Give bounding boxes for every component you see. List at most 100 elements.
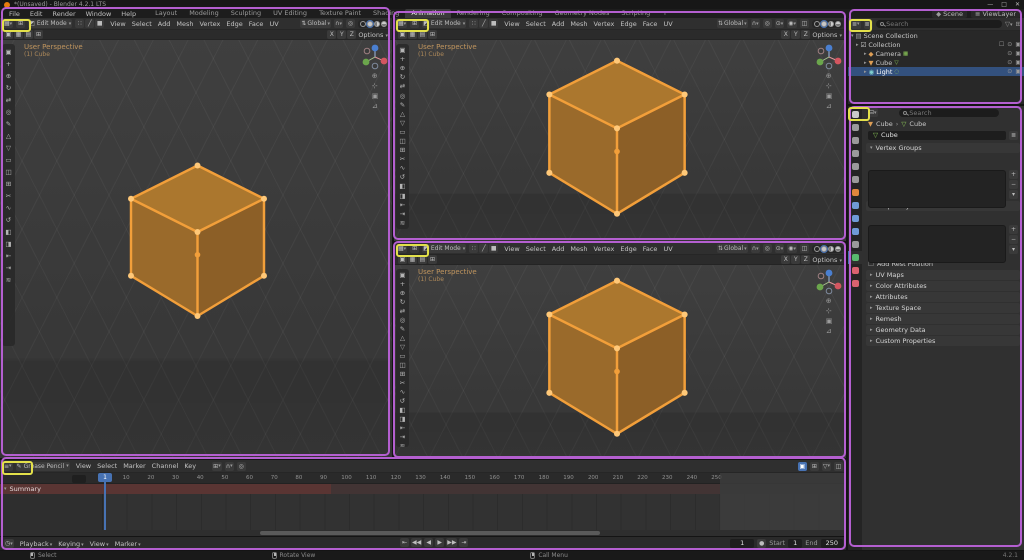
- proportional-edit-icon[interactable]: ◎: [346, 19, 355, 28]
- expand-icon[interactable]: ▾: [851, 33, 854, 39]
- mode-selector[interactable]: ◩Edit Mode▾: [422, 19, 466, 28]
- display-mode-dropdown[interactable]: ≣▾: [864, 20, 874, 29]
- viewport-menu-item[interactable]: View: [107, 20, 128, 28]
- mirror-axis-toggle[interactable]: Z: [801, 255, 810, 264]
- mirror-axis-toggle[interactable]: Z: [801, 30, 810, 39]
- nav-button[interactable]: ▣: [826, 318, 833, 325]
- view-layer-selector[interactable]: ≣ ViewLayer: [971, 10, 1020, 18]
- horizontal-scrollbar[interactable]: [260, 531, 600, 535]
- editor-type-button[interactable]: ◷▾: [4, 539, 14, 548]
- cube-mesh[interactable]: [110, 155, 285, 330]
- disable-render-icon[interactable]: ▣: [1015, 50, 1021, 57]
- outliner-row-light[interactable]: ▸ ◉ Light ◌ ⊙ ▣: [848, 67, 1024, 76]
- mirror-axis-toggle[interactable]: X: [781, 30, 790, 39]
- tool-button[interactable]: ↻: [397, 73, 408, 81]
- tool-button[interactable]: +: [397, 55, 408, 63]
- mirror-axis-toggle[interactable]: X: [781, 255, 790, 264]
- tool-settings-icon[interactable]: ▦: [14, 30, 23, 39]
- orientation-dropdown[interactable]: ⇅Global▾: [717, 244, 748, 253]
- tool-settings-icon[interactable]: ⊞: [428, 30, 437, 39]
- expand-icon[interactable]: ▸: [864, 69, 867, 75]
- tool-button[interactable]: ▽: [3, 142, 14, 153]
- mode-selector[interactable]: ◩Edit Mode▾: [422, 244, 466, 253]
- tool-button[interactable]: ∿: [3, 202, 14, 213]
- outliner-row-cube[interactable]: ▸ ▼ Cube ▽ ⊙ ▣: [848, 58, 1024, 67]
- dope-sheet-menu-item[interactable]: Marker: [120, 462, 148, 470]
- viewport-menu-item[interactable]: Mesh: [173, 20, 196, 28]
- mode-selector[interactable]: ◩Edit Mode▾: [28, 19, 72, 28]
- tool-button[interactable]: ✂: [397, 155, 408, 163]
- viewport-menu-item[interactable]: Vertex: [590, 245, 617, 253]
- viewport-menu-item[interactable]: Face: [246, 20, 267, 28]
- nav-button[interactable]: ⊿: [372, 103, 379, 110]
- proportional-edit-icon[interactable]: ◎: [763, 19, 772, 28]
- tool-button[interactable]: ⊞: [3, 178, 14, 189]
- tool-button[interactable]: ◎: [397, 316, 408, 324]
- viewport-menu-item[interactable]: Mesh: [567, 245, 590, 253]
- tool-settings-icon[interactable]: ⊞: [428, 255, 437, 264]
- viewport-menu-item[interactable]: Select: [523, 20, 549, 28]
- solid-shading-icon[interactable]: [821, 21, 827, 27]
- select-mode-button[interactable]: ■: [95, 19, 104, 28]
- playback-button[interactable]: ⇤: [400, 538, 409, 547]
- auto-keying-icon[interactable]: ●: [757, 539, 766, 548]
- scene-collection-row[interactable]: ▾ ▤ Scene Collection: [848, 31, 1024, 40]
- nav-button[interactable]: ▣: [372, 93, 379, 100]
- select-mode-button[interactable]: ■: [489, 244, 498, 253]
- tool-button[interactable]: △: [397, 334, 408, 342]
- area-split-icon[interactable]: ⊞: [410, 244, 419, 253]
- proportional-edit-icon[interactable]: ◎: [763, 244, 772, 253]
- viewport-menu-item[interactable]: Add: [549, 20, 568, 28]
- overlays-dropdown[interactable]: ◉▾: [787, 244, 797, 253]
- viewport-menu-item[interactable]: UV: [660, 20, 675, 28]
- tool-button[interactable]: ◧: [397, 406, 408, 414]
- select-mode-button[interactable]: ╱: [479, 244, 488, 253]
- start-frame-field[interactable]: 1: [788, 539, 802, 548]
- playback-button[interactable]: ⇥: [459, 538, 468, 547]
- add-button[interactable]: +: [1009, 170, 1018, 179]
- menu-item[interactable]: File: [4, 10, 25, 18]
- material-shading-icon[interactable]: [828, 246, 834, 252]
- tool-settings-icon[interactable]: ▣: [398, 255, 407, 264]
- menu-item[interactable]: Window: [81, 10, 117, 18]
- workspace-tab[interactable]: Sculpting: [225, 9, 267, 18]
- snap-icon[interactable]: ∩▾: [225, 462, 234, 471]
- tool-button[interactable]: ◎: [3, 106, 14, 117]
- props-tab-world[interactable]: [848, 173, 862, 186]
- dope-sheet-menu-item[interactable]: Channel: [149, 462, 182, 470]
- solid-shading-icon[interactable]: [367, 21, 373, 27]
- hide-eye-icon[interactable]: ⊙: [1007, 59, 1012, 66]
- workspace-tab[interactable]: Compositing: [496, 9, 549, 18]
- props-tab-view-layer[interactable]: [848, 147, 862, 160]
- viewport-menu-item[interactable]: Edge: [617, 245, 639, 253]
- scene-selector[interactable]: ◆ Scene: [932, 10, 967, 18]
- workspace-tab[interactable]: Shading: [367, 9, 405, 18]
- overlays-dropdown[interactable]: ◉▾: [787, 19, 797, 28]
- rendered-shading-icon[interactable]: [835, 246, 841, 252]
- workspace-tab[interactable]: Scripting: [615, 9, 656, 18]
- tool-button[interactable]: ⇥: [3, 262, 14, 273]
- wireframe-shading-icon[interactable]: [360, 21, 366, 27]
- overlay-toggle-icon[interactable]: ◫: [834, 462, 843, 471]
- mirror-axis-toggle[interactable]: Y: [791, 30, 800, 39]
- viewport-menu-item[interactable]: UV: [266, 20, 281, 28]
- add-button[interactable]: +: [1009, 225, 1018, 234]
- viewport-menu-item[interactable]: Edge: [223, 20, 245, 28]
- new-collection-button[interactable]: ⊞: [1016, 20, 1021, 28]
- workspace-tab[interactable]: +: [656, 9, 673, 18]
- viewport-menu-item[interactable]: Select: [129, 20, 155, 28]
- hide-eye-icon[interactable]: ⊙: [1007, 68, 1012, 75]
- editor-type-button[interactable]: ≣▾: [851, 20, 861, 29]
- tool-button[interactable]: +: [3, 58, 14, 69]
- tool-button[interactable]: ◨: [3, 238, 14, 249]
- menu-item[interactable]: Help: [116, 10, 141, 18]
- props-tab-constraints[interactable]: [848, 238, 862, 251]
- nav-button[interactable]: ⊕: [372, 73, 379, 80]
- editor-type-button[interactable]: ⊟▾: [868, 108, 878, 117]
- mode-selector[interactable]: ✎ Grease Pencil▾: [16, 462, 70, 471]
- wireframe-shading-icon[interactable]: [814, 21, 820, 27]
- workspace-tab[interactable]: Layout: [149, 9, 183, 18]
- channel-region[interactable]: [0, 494, 103, 530]
- dope-sheet-menu-item[interactable]: Key: [181, 462, 199, 470]
- tool-button[interactable]: △: [397, 110, 408, 118]
